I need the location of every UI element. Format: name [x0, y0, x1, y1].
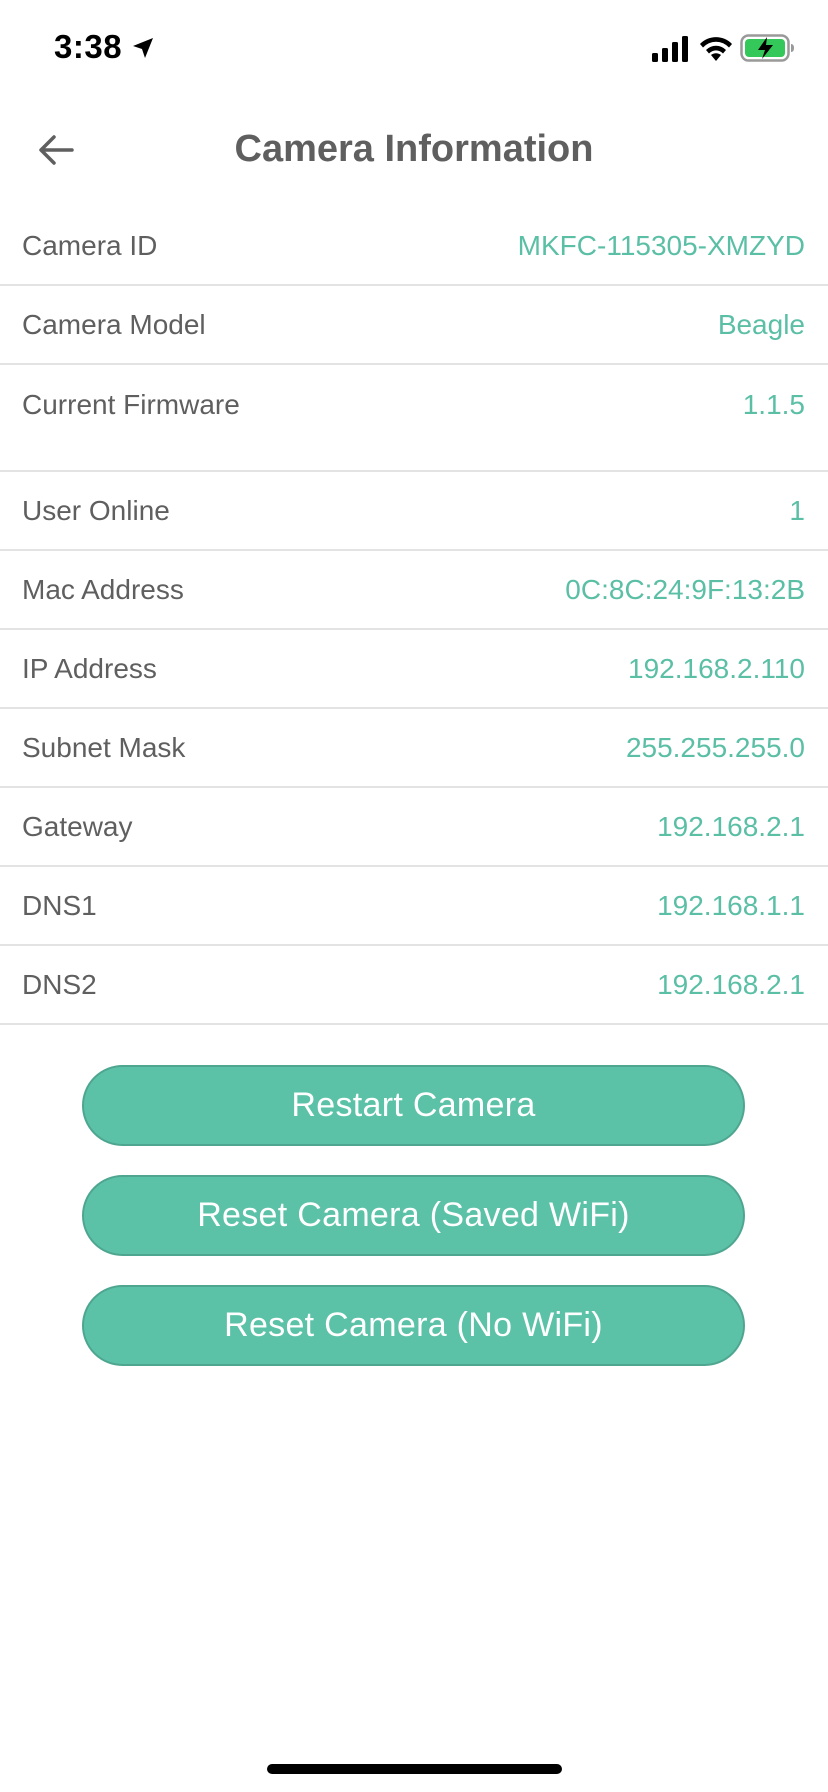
- home-indicator[interactable]: [267, 1764, 562, 1774]
- info-label: User Online: [22, 494, 170, 526]
- info-value: 1: [789, 494, 805, 526]
- info-value: 192.168.2.1: [657, 810, 805, 842]
- restart-camera-button[interactable]: Restart Camera: [82, 1065, 745, 1146]
- location-arrow-icon: [133, 38, 153, 58]
- status-time: 3:38: [54, 28, 123, 65]
- info-value: 192.168.1.1: [657, 889, 805, 921]
- info-row-camera-model: Camera Model Beagle: [0, 286, 828, 365]
- reset-camera-no-wifi-button[interactable]: Reset Camera (No WiFi): [82, 1285, 745, 1366]
- info-value: 192.168.2.110: [628, 652, 805, 684]
- info-value: 1.1.5: [742, 389, 805, 420]
- info-label: Camera Model: [22, 308, 206, 340]
- camera-actions: Restart Camera Reset Camera (Saved WiFi)…: [82, 1065, 745, 1395]
- info-row-gateway: Gateway 192.168.2.1: [0, 788, 828, 867]
- status-bar: 3:38: [0, 0, 828, 100]
- info-label: Current Firmware: [22, 389, 240, 420]
- info-row-current-firmware: Current Firmware 1.1.5: [0, 365, 828, 472]
- header: Camera Information: [0, 100, 828, 205]
- info-value: 0C:8C:24:9F:13:2B: [565, 573, 805, 605]
- wifi-icon: [700, 37, 732, 61]
- info-value: Beagle: [717, 308, 805, 340]
- info-value: MKFC-115305-XMZYD: [517, 229, 805, 261]
- info-row-ip-address: IP Address 192.168.2.110: [0, 630, 828, 709]
- info-row-camera-id: Camera ID MKFC-115305-XMZYD: [0, 207, 828, 286]
- battery-charging-icon: [740, 34, 794, 62]
- info-label: Subnet Mask: [22, 731, 186, 763]
- info-row-subnet-mask: Subnet Mask 255.255.255.0: [0, 709, 828, 788]
- page-title: Camera Information: [234, 128, 594, 170]
- camera-info-list: Camera ID MKFC-115305-XMZYD Camera Model…: [0, 207, 828, 1025]
- info-row-dns1: DNS1 192.168.1.1: [0, 867, 828, 946]
- info-row-dns2: DNS2 192.168.2.1: [0, 946, 828, 1025]
- info-row-user-online: User Online 1: [0, 472, 828, 551]
- info-label: Gateway: [22, 810, 133, 842]
- info-label: IP Address: [22, 652, 157, 684]
- info-row-mac-address: Mac Address 0C:8C:24:9F:13:2B: [0, 551, 828, 630]
- info-label: DNS1: [22, 889, 97, 921]
- info-label: Camera ID: [22, 229, 158, 261]
- info-value: 255.255.255.0: [625, 731, 805, 763]
- info-label: DNS2: [22, 968, 97, 1000]
- info-value: 192.168.2.1: [657, 968, 805, 1000]
- signal-icon: [652, 36, 688, 62]
- reset-camera-saved-wifi-button[interactable]: Reset Camera (Saved WiFi): [82, 1175, 745, 1256]
- info-label: Mac Address: [22, 573, 184, 605]
